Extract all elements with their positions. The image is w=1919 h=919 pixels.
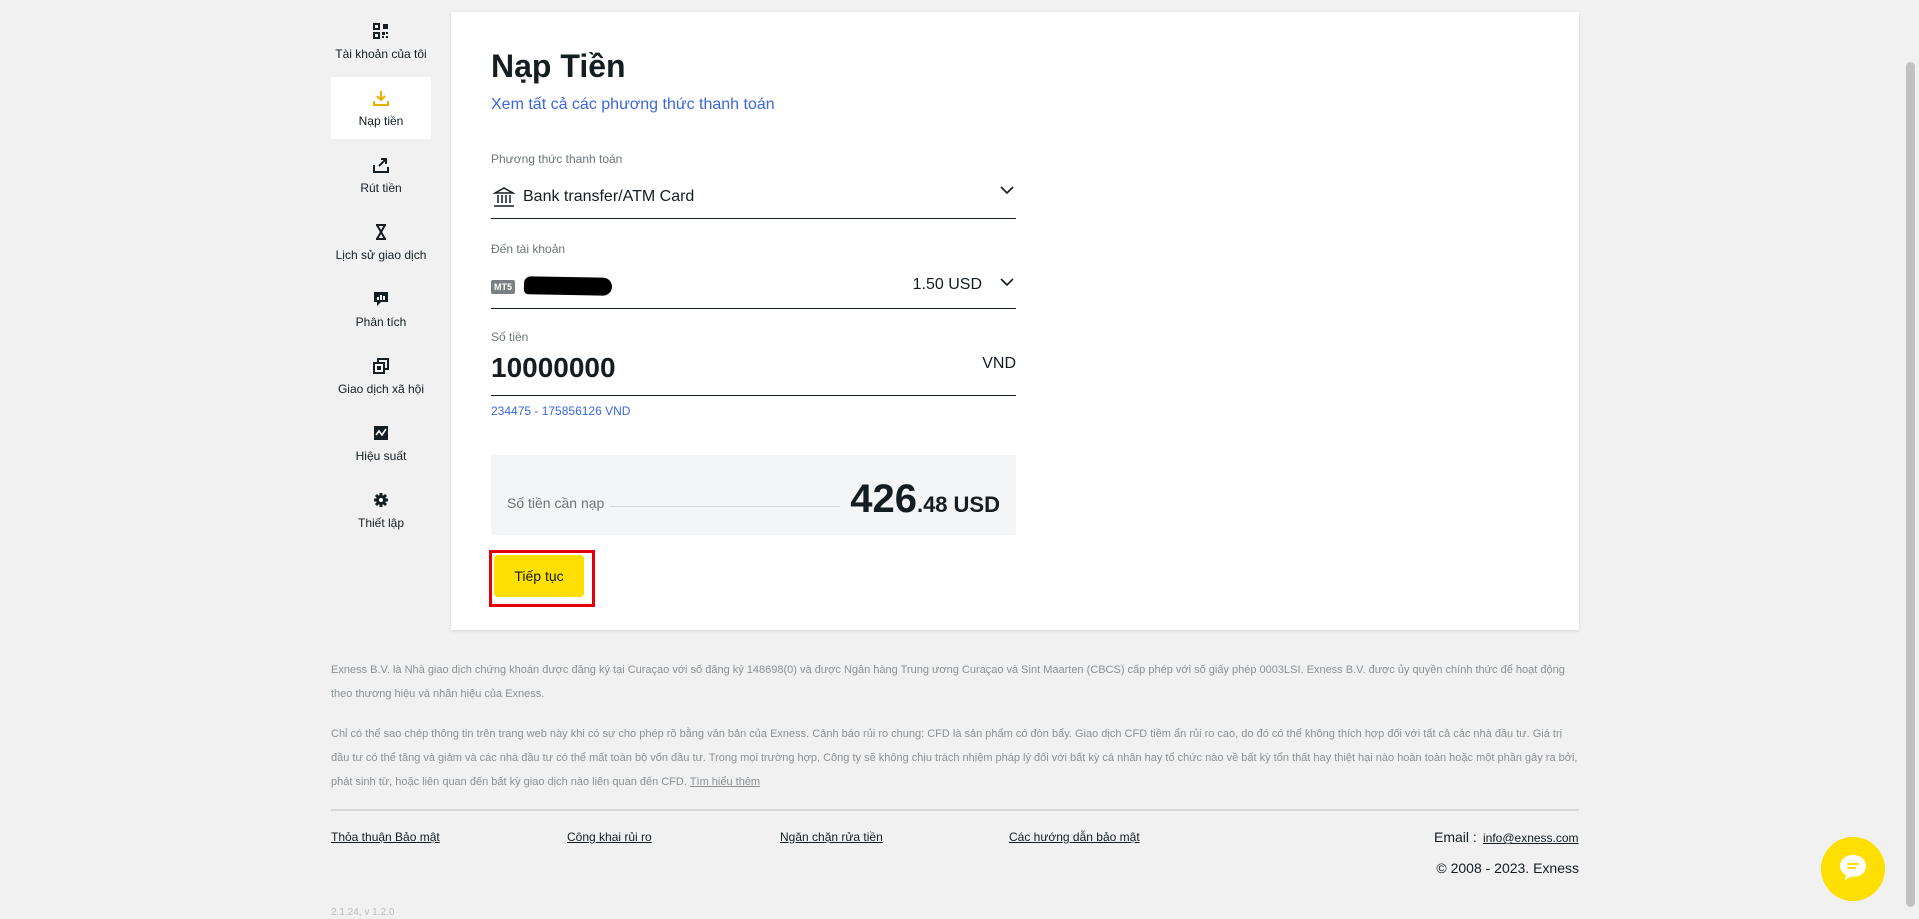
deposit-icon bbox=[371, 88, 391, 108]
sidebar-item-label: Tài khoản của tôi bbox=[335, 47, 427, 61]
sidebar-item-settings[interactable]: Thiết lập bbox=[331, 479, 431, 541]
amount-label: Số tiền bbox=[491, 330, 529, 344]
sidebar-item-social-trading[interactable]: Giao dịch xã hội bbox=[331, 345, 431, 407]
sidebar-item-label: Thiết lập bbox=[357, 516, 405, 530]
view-all-payment-methods-link[interactable]: Xem tất cả các phương thức thanh toán bbox=[491, 96, 775, 114]
deposit-summary: Số tiền cần nạp 426.48 USD bbox=[491, 455, 1016, 535]
sidebar-item-my-accounts[interactable]: Tài khoản của tôi bbox=[331, 10, 431, 72]
withdraw-icon bbox=[371, 155, 391, 175]
scrollbar-thumb[interactable] bbox=[1906, 62, 1915, 907]
summary-amount: 426.48 USD bbox=[850, 477, 1000, 522]
risk-warning-text: Chỉ có thể sao chép thông tin trên trang… bbox=[331, 728, 1578, 788]
bank-icon bbox=[492, 186, 516, 213]
legal-disclaimer: Exness B.V. là Nhà giao dịch chứng khoán… bbox=[331, 664, 1565, 700]
privacy-agreement-link[interactable]: Thỏa thuận Bảo mật bbox=[331, 830, 440, 844]
summary-currency: USD bbox=[953, 492, 1000, 517]
summary-decimal: .48 bbox=[916, 492, 948, 517]
anti-money-laundering-link[interactable]: Ngăn chặn rửa tiền bbox=[780, 830, 883, 844]
chat-icon bbox=[1838, 853, 1868, 886]
live-chat-button[interactable] bbox=[1821, 837, 1885, 901]
learn-more-link[interactable]: Tìm hiểu thêm bbox=[690, 776, 760, 788]
security-instructions-link[interactable]: Các hướng dẫn bảo mật bbox=[1009, 830, 1140, 844]
gear-icon bbox=[371, 490, 391, 510]
to-account-label: Đến tài khoản bbox=[491, 242, 566, 256]
continue-button[interactable]: Tiếp tục bbox=[494, 555, 584, 597]
sidebar-item-label: Hiệu suất bbox=[355, 449, 407, 463]
email-label: Email : bbox=[1434, 829, 1477, 845]
amount-range-hint: 234475 - 175856126 VND bbox=[491, 404, 631, 418]
payment-method-select[interactable]: Phương thức thanh toán Bank transfer/ATM… bbox=[491, 152, 1016, 219]
amount-value[interactable]: 10000000 bbox=[491, 352, 616, 384]
analytics-icon bbox=[371, 289, 391, 309]
sidebar-item-label: Nạp tiền bbox=[358, 114, 404, 128]
risk-warning: Chỉ có thể sao chép thông tin trên trang… bbox=[331, 722, 1579, 794]
deposit-card: Nạp Tiền Xem tất cả các phương thức than… bbox=[451, 12, 1579, 630]
app-version: 2.1.24, v 1.2.0 bbox=[331, 907, 395, 918]
redacted-account-number bbox=[523, 276, 613, 296]
amount-input[interactable]: Số tiền 10000000 VND bbox=[491, 330, 1016, 396]
copyright: © 2008 - 2023. Exness bbox=[1436, 860, 1579, 876]
page-title: Nạp Tiền bbox=[491, 48, 626, 84]
dashboard-icon bbox=[371, 21, 391, 41]
chevron-down-icon[interactable] bbox=[1000, 274, 1014, 292]
sidebar-item-transaction-history[interactable]: Lịch sử giao dịch bbox=[331, 211, 431, 273]
to-account-select[interactable]: Đến tài khoản MT5 1.50 USD bbox=[491, 242, 1016, 309]
account-balance: 1.50 USD bbox=[912, 276, 982, 293]
summary-label: Số tiền cần nạp bbox=[507, 495, 605, 511]
summary-divider bbox=[610, 506, 840, 507]
chevron-down-icon[interactable] bbox=[1000, 182, 1014, 200]
support-email-link[interactable]: info@exness.com bbox=[1483, 831, 1579, 845]
sidebar-item-label: Lịch sử giao dịch bbox=[335, 248, 427, 262]
amount-currency: VND bbox=[982, 355, 1016, 372]
payment-method-value: Bank transfer/ATM Card bbox=[523, 188, 695, 205]
page-scrollbar[interactable] bbox=[1902, 0, 1919, 919]
sidebar-item-performance[interactable]: Hiệu suất bbox=[331, 412, 431, 474]
sidebar-item-withdraw[interactable]: Rút tiền bbox=[331, 144, 431, 206]
mt5-badge: MT5 bbox=[491, 280, 515, 294]
sidebar-item-label: Phân tích bbox=[355, 315, 407, 329]
performance-icon bbox=[371, 423, 391, 443]
social-trading-icon bbox=[371, 356, 391, 376]
footer-divider bbox=[331, 809, 1579, 811]
hourglass-icon bbox=[371, 222, 391, 242]
summary-integer: 426 bbox=[850, 477, 917, 521]
sidebar-item-analytics[interactable]: Phân tích bbox=[331, 278, 431, 340]
sidebar-item-deposit[interactable]: Nạp tiền bbox=[331, 77, 431, 139]
sidebar-item-label: Rút tiền bbox=[360, 181, 402, 195]
payment-method-label: Phương thức thanh toán bbox=[491, 152, 623, 166]
sidebar: Tài khoản của tôi Nạp tiền Rút tiền Lịch… bbox=[331, 10, 431, 546]
risk-disclosure-link[interactable]: Công khai rủi ro bbox=[567, 830, 652, 844]
sidebar-item-label: Giao dịch xã hội bbox=[337, 382, 425, 396]
